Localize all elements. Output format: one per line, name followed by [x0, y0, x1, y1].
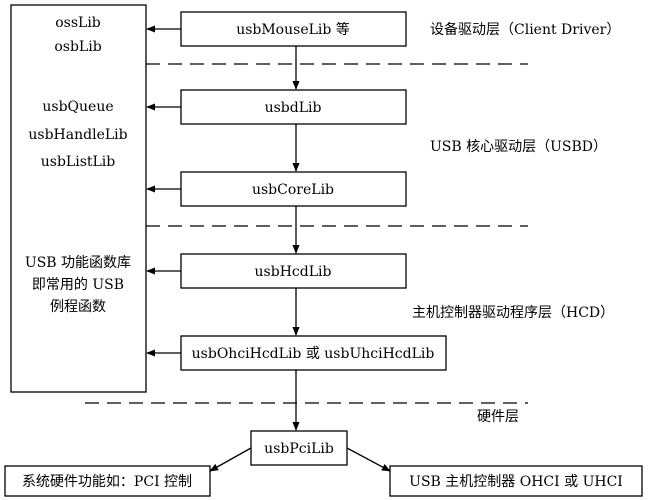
arrow-pci-to-system: [209, 447, 252, 472]
library-panel: [10, 4, 147, 393]
panel-line-usblistlib: usbListLib: [41, 154, 116, 170]
panel-line-routine-functions: 例程函数: [50, 299, 106, 315]
box-usbpcilib-label: usbPciLib: [264, 441, 334, 457]
layer-label-hardware: 硬件层: [477, 409, 519, 425]
box-usbhcdlib-label: usbHcdLib: [255, 264, 332, 280]
box-usbcorelib-label: usbCoreLib: [252, 182, 334, 198]
box-usbmouselib-label: usbMouseLib 等: [236, 21, 350, 38]
layer-label-client-driver: 设备驱动层（Client Driver）: [430, 21, 620, 38]
panel-line-usbqueue: usbQueue: [42, 99, 113, 115]
panel-line-usb-function-lib: USB 功能函数库: [25, 255, 131, 271]
panel-line-osslib: ossLib: [55, 15, 101, 31]
layer-label-hcd: 主机控制器驱动程序层（HCD）: [412, 305, 614, 321]
usb-architecture-diagram: ossLib osbLib usbQueue usbHandleLib usbL…: [4, 4, 643, 497]
panel-line-osblib: osbLib: [54, 39, 101, 55]
box-usbohcihcdlib-label: usbOhciHcdLib 或 usbUhciHcdLib: [192, 346, 435, 362]
box-usbdlib-label: usbdLib: [265, 100, 322, 116]
layer-label-usbd: USB 核心驱动层（USBD）: [430, 139, 607, 155]
panel-line-usbhandlelib: usbHandleLib: [28, 127, 127, 143]
box-system-hardware-label: 系统硬件功能如：PCI 控制: [22, 474, 192, 490]
arrow-pci-to-controller: [346, 447, 391, 472]
box-usb-host-controller-label: USB 主机控制器 OHCI 或 UHCI: [409, 474, 623, 490]
panel-line-common-usb: 即常用的 USB: [32, 277, 124, 293]
